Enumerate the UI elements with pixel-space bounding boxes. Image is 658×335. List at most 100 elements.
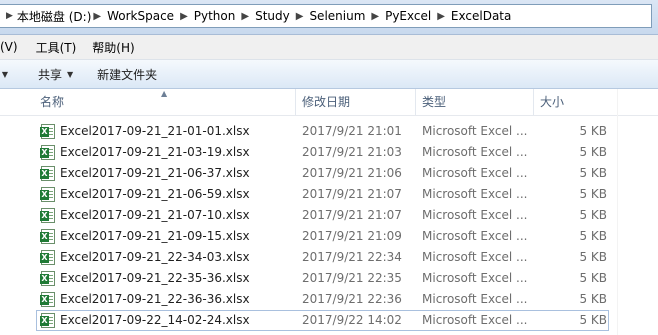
column-header-row: 名称 ▲ 修改日期 类型 大小 bbox=[0, 89, 658, 116]
chevron-right-icon[interactable]: ▶ bbox=[296, 11, 304, 22]
breadcrumb-label: Selenium bbox=[309, 9, 366, 23]
column-header-size[interactable]: 大小 bbox=[534, 89, 618, 115]
file-row[interactable]: X Excel2017-09-21_21-06-37.xlsx 2017/9/2… bbox=[0, 163, 658, 184]
breadcrumb-exceldata[interactable]: ExcelData bbox=[451, 9, 511, 23]
caret-down-icon[interactable]: ▼ bbox=[0, 70, 10, 79]
file-name: Excel2017-09-21_21-07-10.xlsx bbox=[60, 208, 250, 222]
menu-view[interactable]: (V) bbox=[0, 40, 24, 54]
file-date: 2017/9/22 14:02 bbox=[302, 313, 402, 327]
breadcrumb-label: WorkSpace bbox=[107, 9, 175, 23]
file-date: 2017/9/21 22:35 bbox=[302, 271, 402, 285]
breadcrumb-label: PyExcel bbox=[385, 9, 432, 23]
file-date: 2017/9/21 21:06 bbox=[302, 166, 402, 180]
file-row[interactable]: X Excel2017-09-21_21-03-19.xlsx 2017/9/2… bbox=[0, 142, 658, 163]
breadcrumb-label: Python bbox=[193, 9, 236, 23]
file-row[interactable]: X Excel2017-09-21_21-06-59.xlsx 2017/9/2… bbox=[0, 184, 658, 205]
file-type: Microsoft Excel ... bbox=[422, 229, 528, 243]
file-size: 5 KB bbox=[579, 124, 607, 138]
excel-file-icon: X bbox=[40, 250, 55, 265]
excel-file-icon: X bbox=[40, 145, 55, 160]
column-header-type[interactable]: 类型 bbox=[416, 89, 534, 115]
excel-file-icon: X bbox=[40, 313, 55, 328]
file-size: 5 KB bbox=[579, 187, 607, 201]
file-date: 2017/9/21 22:36 bbox=[302, 292, 402, 306]
chevron-right-icon[interactable]: ▶ bbox=[371, 11, 379, 22]
file-list: X Excel2017-09-21_21-01-01.xlsx 2017/9/2… bbox=[0, 121, 658, 331]
excel-file-icon: X bbox=[40, 271, 55, 286]
file-type: Microsoft Excel ... bbox=[422, 187, 528, 201]
chevron-right-icon[interactable]: ▶ bbox=[6, 11, 13, 21]
file-type: Microsoft Excel ... bbox=[422, 124, 528, 138]
caret-down-icon: ▼ bbox=[67, 69, 74, 79]
file-size: 5 KB bbox=[579, 250, 607, 264]
file-size: 5 KB bbox=[579, 166, 607, 180]
file-name: Excel2017-09-21_22-34-03.xlsx bbox=[60, 250, 250, 264]
file-row[interactable]: X Excel2017-09-21_21-07-10.xlsx 2017/9/2… bbox=[0, 205, 658, 226]
sort-ascending-icon: ▲ bbox=[161, 89, 168, 98]
file-row[interactable]: X Excel2017-09-21_22-34-03.xlsx 2017/9/2… bbox=[0, 247, 658, 268]
excel-file-icon: X bbox=[40, 292, 55, 307]
file-row[interactable]: X Excel2017-09-21_21-09-15.xlsx 2017/9/2… bbox=[0, 226, 658, 247]
chevron-right-icon[interactable]: ▶ bbox=[180, 11, 188, 22]
file-size: 5 KB bbox=[579, 292, 607, 306]
breadcrumb-workspace[interactable]: WorkSpace ▶ bbox=[107, 9, 194, 23]
menu-help[interactable]: 帮助(H) bbox=[86, 39, 140, 56]
chevron-right-icon[interactable]: ▶ bbox=[437, 11, 445, 22]
file-date: 2017/9/21 21:01 bbox=[302, 124, 402, 138]
file-row[interactable]: X Excel2017-09-21_22-36-36.xlsx 2017/9/2… bbox=[0, 289, 658, 310]
file-row-focused[interactable]: X Excel2017-09-22_14-02-24.xlsx 2017/9/2… bbox=[36, 310, 609, 331]
menu-tools[interactable]: 工具(T) bbox=[30, 39, 83, 56]
share-label: 共享 bbox=[38, 67, 63, 82]
file-date: 2017/9/21 21:07 bbox=[302, 187, 402, 201]
file-row[interactable]: X Excel2017-09-21_21-01-01.xlsx 2017/9/2… bbox=[0, 121, 658, 142]
file-type: Microsoft Excel ... bbox=[422, 208, 528, 222]
share-button[interactable]: 共享 ▼ bbox=[30, 63, 81, 86]
file-type: Microsoft Excel ... bbox=[422, 250, 528, 264]
new-folder-button[interactable]: 新建文件夹 bbox=[89, 63, 165, 86]
column-header-label: 修改日期 bbox=[302, 95, 351, 109]
file-name: Excel2017-09-21_22-35-36.xlsx bbox=[60, 271, 250, 285]
column-header-label: 大小 bbox=[540, 95, 565, 109]
file-type: Microsoft Excel ... bbox=[422, 313, 528, 327]
file-size: 5 KB bbox=[579, 229, 607, 243]
file-name: Excel2017-09-22_14-02-24.xlsx bbox=[60, 313, 250, 327]
file-date: 2017/9/21 21:07 bbox=[302, 208, 402, 222]
file-size: 5 KB bbox=[579, 313, 607, 327]
breadcrumb-drive[interactable]: 本地磁盘 (D:) ▶ bbox=[17, 8, 107, 25]
breadcrumb-selenium[interactable]: Selenium ▶ bbox=[309, 9, 385, 23]
excel-file-icon: X bbox=[40, 208, 55, 223]
command-toolbar: ▼ 共享 ▼ 新建文件夹 bbox=[0, 60, 658, 89]
excel-file-icon: X bbox=[40, 187, 55, 202]
file-name: Excel2017-09-21_21-03-19.xlsx bbox=[60, 145, 250, 159]
file-date: 2017/9/21 21:03 bbox=[302, 145, 402, 159]
file-type: Microsoft Excel ... bbox=[422, 292, 528, 306]
file-size: 5 KB bbox=[579, 271, 607, 285]
chevron-right-icon[interactable]: ▶ bbox=[93, 11, 101, 22]
file-type: Microsoft Excel ... bbox=[422, 145, 528, 159]
file-size: 5 KB bbox=[579, 208, 607, 222]
file-row[interactable]: X Excel2017-09-21_22-35-36.xlsx 2017/9/2… bbox=[0, 268, 658, 289]
file-name: Excel2017-09-21_21-06-59.xlsx bbox=[60, 187, 250, 201]
file-date: 2017/9/21 21:09 bbox=[302, 229, 402, 243]
address-bar[interactable]: ▶ 本地磁盘 (D:) ▶ WorkSpace ▶ Python ▶ Study ▶ S… bbox=[0, 4, 652, 28]
breadcrumb-label: ExcelData bbox=[450, 9, 512, 23]
column-header-label: 类型 bbox=[422, 95, 447, 109]
chevron-right-icon[interactable]: ▶ bbox=[241, 11, 249, 22]
address-bar-region: ▶ 本地磁盘 (D:) ▶ WorkSpace ▶ Python ▶ Study ▶ S… bbox=[0, 0, 658, 35]
file-size: 5 KB bbox=[579, 145, 607, 159]
menu-bar: (V) 工具(T) 帮助(H) bbox=[0, 35, 658, 60]
breadcrumb-pyexcel[interactable]: PyExcel ▶ bbox=[385, 9, 451, 23]
breadcrumb-python[interactable]: Python ▶ bbox=[194, 9, 255, 23]
column-header-label: 名称 bbox=[40, 95, 65, 109]
file-name: Excel2017-09-21_21-06-37.xlsx bbox=[60, 166, 250, 180]
column-header-date[interactable]: 修改日期 bbox=[296, 89, 416, 115]
file-name: Excel2017-09-21_22-36-36.xlsx bbox=[60, 292, 250, 306]
breadcrumb-label: Study bbox=[255, 9, 290, 23]
excel-file-icon: X bbox=[40, 229, 55, 244]
file-name: Excel2017-09-21_21-09-15.xlsx bbox=[60, 229, 250, 243]
file-type: Microsoft Excel ... bbox=[422, 166, 528, 180]
breadcrumb-study[interactable]: Study ▶ bbox=[255, 9, 309, 23]
excel-file-icon: X bbox=[40, 124, 55, 139]
file-name: Excel2017-09-21_21-01-01.xlsx bbox=[60, 124, 250, 138]
excel-file-icon: X bbox=[40, 166, 55, 181]
